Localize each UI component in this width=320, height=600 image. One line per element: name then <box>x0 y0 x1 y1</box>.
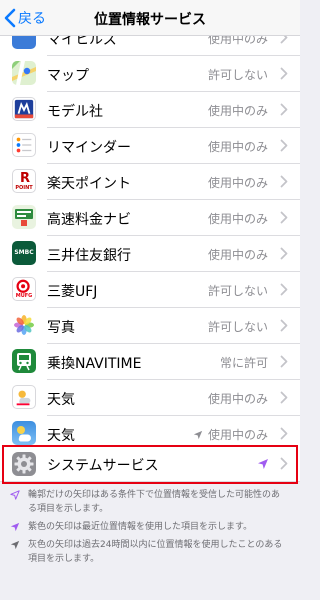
yahoo-weather-icon <box>12 385 36 409</box>
list-item-partial[interactable]: マイヒルズ 使用中のみ <box>0 36 300 56</box>
list-item-rakuten-point[interactable]: R POINT 楽天ポイント 使用中のみ <box>0 164 300 200</box>
permission-status: 許可しない <box>207 68 268 82</box>
app-name: マップ <box>47 68 89 84</box>
chevron-right-icon <box>280 391 288 404</box>
permission-status: 許可しない <box>207 284 268 298</box>
weather-icon <box>12 421 36 445</box>
permission-status: 使用中のみ <box>207 176 268 190</box>
list-item-mufg[interactable]: MUFG 三菱UFJ 許可しない <box>0 272 300 308</box>
permission-status: 使用中のみ <box>207 140 268 154</box>
location-arrow-gray-icon <box>193 430 203 439</box>
navitime-icon <box>12 349 36 373</box>
app-name: モデル社 <box>47 104 103 120</box>
legend-item-hollow: 輪郭だけの矢印はある条件下で位置情報を受信した可能性のある項目を示します。 <box>0 488 300 516</box>
app-name: 乗換NAVITIME <box>47 356 142 372</box>
permission-status: 使用中のみ <box>193 426 268 443</box>
app-list: マイヒルズ 使用中のみ マップ 許可しない モデル社 使用中のみ リマインダー … <box>0 36 300 454</box>
chevron-right-icon <box>280 283 288 296</box>
app-name: 写真 <box>47 320 75 336</box>
modelsha-icon <box>12 97 36 121</box>
chevron-right-icon <box>280 247 288 260</box>
chevron-right-icon <box>280 175 288 188</box>
chevron-right-icon <box>280 355 288 368</box>
permission-status: 常に許可 <box>219 356 268 370</box>
highlight-box <box>2 445 298 484</box>
chevron-right-icon <box>280 67 288 80</box>
highway-navi-icon <box>12 205 36 229</box>
permission-status: 使用中のみ <box>207 104 268 118</box>
maps-icon <box>12 61 36 85</box>
list-item-yahoo-weather[interactable]: 天気 使用中のみ <box>0 380 300 416</box>
list-item-photos[interactable]: 写真 許可しない <box>0 308 300 344</box>
navigation-bar: 戻る 位置情報サービス <box>0 0 300 36</box>
app-icon <box>12 36 36 49</box>
legend-item-purple: 紫色の矢印は最近位置情報を使用した項目を示します。 <box>0 520 300 534</box>
page-title: 位置情報サービス <box>94 12 206 28</box>
permission-status: 使用中のみ <box>207 212 268 226</box>
app-name: 天気 <box>47 392 75 408</box>
permission-status: 使用中のみ <box>207 36 268 46</box>
chevron-right-icon <box>280 139 288 152</box>
list-item-reminders[interactable]: リマインダー 使用中のみ <box>0 128 300 164</box>
app-name: 楽天ポイント <box>47 176 131 192</box>
chevron-right-icon <box>280 319 288 332</box>
chevron-right-icon <box>280 36 288 44</box>
photos-icon <box>12 313 36 337</box>
app-name: 高速料金ナビ <box>47 212 131 228</box>
list-item-modelsha[interactable]: モデル社 使用中のみ <box>0 92 300 128</box>
chevron-right-icon <box>280 103 288 116</box>
smbc-icon: SMBC <box>12 241 36 265</box>
app-name: 三菱UFJ <box>47 284 98 300</box>
list-item-maps[interactable]: マップ 許可しない <box>0 56 300 92</box>
chevron-right-icon <box>280 427 288 440</box>
location-arrow-outline-icon <box>10 490 20 500</box>
location-arrow-purple-icon <box>10 522 20 532</box>
rakuten-point-icon: R POINT <box>12 169 36 193</box>
mufg-icon: MUFG <box>12 277 36 301</box>
app-name: マイヒルズ <box>47 36 117 48</box>
list-item-navitime[interactable]: 乗換NAVITIME 常に許可 <box>0 344 300 380</box>
permission-status: 使用中のみ <box>207 392 268 406</box>
app-name: 三井住友銀行 <box>47 248 131 264</box>
legend-item-gray: 灰色の矢印は過去24時間以内に位置情報を使用したことのある項目を示します。 <box>0 538 300 566</box>
list-item-highway-navi[interactable]: 高速料金ナビ 使用中のみ <box>0 200 300 236</box>
reminders-icon <box>12 133 36 157</box>
location-arrow-legend: 輪郭だけの矢印はある条件下で位置情報を受信した可能性のある項目を示します。 紫色… <box>0 488 300 570</box>
app-name: リマインダー <box>47 140 131 156</box>
list-item-smbc[interactable]: SMBC 三井住友銀行 使用中のみ <box>0 236 300 272</box>
app-name: 天気 <box>47 428 75 444</box>
chevron-right-icon <box>280 211 288 224</box>
location-arrow-gray-icon <box>10 540 20 550</box>
permission-status: 使用中のみ <box>207 248 268 262</box>
permission-status: 許可しない <box>207 320 268 334</box>
